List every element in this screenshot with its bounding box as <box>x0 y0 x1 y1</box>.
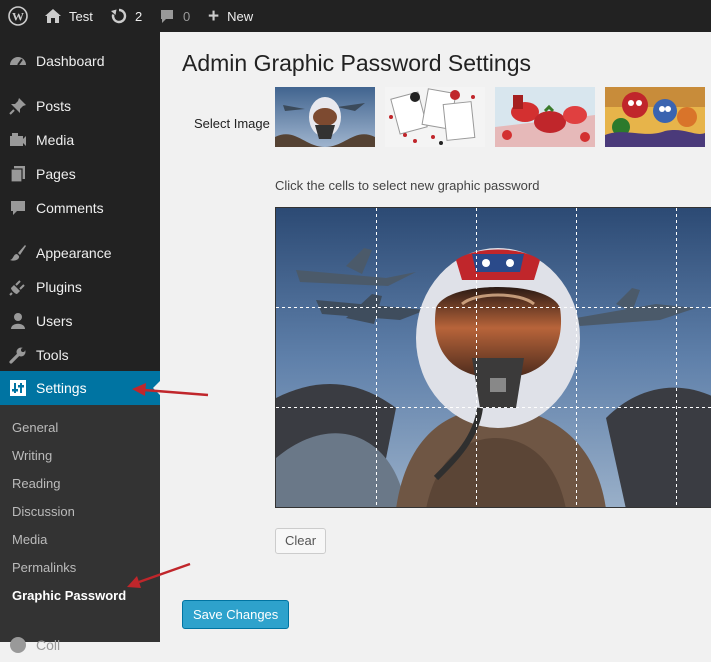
settings-sliders-icon <box>10 380 26 396</box>
page-title: Admin Graphic Password Settings <box>182 50 531 76</box>
submenu-item-graphic-password[interactable]: Graphic Password <box>12 588 126 603</box>
user-icon <box>11 313 25 329</box>
updates-link[interactable]: 2 <box>110 0 142 32</box>
sidebar-item-collapse[interactable]: Coll <box>0 628 160 662</box>
grid-cell[interactable] <box>276 408 376 507</box>
site-name: Test <box>69 8 93 24</box>
annotation-arrow-graphic-password <box>127 562 191 588</box>
grid-cell[interactable] <box>676 208 711 308</box>
submenu-item-writing[interactable]: Writing <box>12 448 52 463</box>
wrench-icon <box>9 347 26 364</box>
comments-link[interactable]: 0 <box>159 0 190 32</box>
submenu-item-media[interactable]: Media <box>12 532 47 547</box>
save-changes-button[interactable]: Save Changes <box>182 600 290 629</box>
site-name-link[interactable]: Test <box>44 0 93 32</box>
sidebar-item-label: Plugins <box>36 279 82 295</box>
thumbnail-playing-cards[interactable] <box>385 87 485 147</box>
grid-cell[interactable] <box>676 408 711 507</box>
camera-icon <box>10 133 26 146</box>
submenu-item-reading[interactable]: Reading <box>12 476 60 491</box>
sidebar-item-label: Comments <box>36 200 104 216</box>
admin-sidebar: Dashboard Posts Media Pages Comments App… <box>0 32 161 653</box>
sidebar-item-tools[interactable]: Tools <box>0 338 160 372</box>
grid-cell[interactable] <box>576 208 676 308</box>
submenu-item-general[interactable]: General <box>12 420 58 435</box>
sidebar-item-dashboard[interactable]: Dashboard <box>0 44 160 78</box>
grid-cell[interactable] <box>376 308 476 408</box>
grid-cell[interactable] <box>476 408 576 507</box>
sidebar-item-label: Pages <box>36 166 76 182</box>
new-label: New <box>227 8 254 24</box>
dashboard-icon <box>10 57 26 66</box>
settings-submenu: General Writing Reading Discussion Media… <box>0 405 160 642</box>
grid-cell[interactable] <box>376 208 476 308</box>
grid-cell[interactable] <box>376 408 476 507</box>
sidebar-item-label: Tools <box>36 347 69 363</box>
paintbrush-icon <box>10 245 26 261</box>
annotation-arrow-settings <box>132 383 209 397</box>
sidebar-item-label: Posts <box>36 98 72 114</box>
svg-text:W: W <box>12 10 24 24</box>
graphic-password-grid <box>275 207 711 508</box>
updates-icon <box>111 8 127 24</box>
pages-icon <box>10 166 25 183</box>
sidebar-item-label: Appearance <box>36 245 112 261</box>
grid-cell[interactable] <box>476 308 576 408</box>
grid-cell[interactable] <box>276 208 376 308</box>
grid-cell[interactable] <box>476 208 576 308</box>
sidebar-item-comments[interactable]: Comments <box>0 191 160 225</box>
new-content-link[interactable]: + New <box>208 0 253 32</box>
sidebar-item-label: Dashboard <box>36 53 105 69</box>
sidebar-item-label: Settings <box>36 380 87 396</box>
sidebar-item-media[interactable]: Media <box>0 123 160 157</box>
comments-count: 0 <box>183 8 191 24</box>
grid-cell[interactable] <box>576 308 676 408</box>
grid-instructions: Click the cells to select new graphic pa… <box>275 178 540 193</box>
sidebar-item-users[interactable]: Users <box>0 304 160 338</box>
admin-bar: W Test 2 0 + New <box>0 0 711 32</box>
updates-count: 2 <box>135 8 143 24</box>
comment-bubble-icon <box>161 10 173 23</box>
sidebar-item-pages[interactable]: Pages <box>0 157 160 191</box>
sidebar-item-label: Coll <box>36 637 61 653</box>
plus-icon: + <box>208 5 220 27</box>
pushpin-icon <box>9 98 26 115</box>
sidebar-item-appearance[interactable]: Appearance <box>0 236 160 270</box>
sidebar-item-label: Users <box>36 313 73 329</box>
wordpress-logo-icon[interactable]: W <box>8 0 28 32</box>
grid-cell[interactable] <box>576 408 676 507</box>
submenu-item-permalinks[interactable]: Permalinks <box>12 560 76 575</box>
grid-cell[interactable] <box>276 308 376 408</box>
plug-icon <box>9 280 25 296</box>
sidebar-item-posts[interactable]: Posts <box>0 89 160 123</box>
thumbnail-pilot-helmet[interactable] <box>275 87 375 147</box>
submenu-item-discussion[interactable]: Discussion <box>12 504 75 519</box>
collapse-arrow-icon <box>10 637 26 653</box>
sidebar-item-label: Media <box>36 132 75 148</box>
clear-button[interactable]: Clear <box>275 528 327 554</box>
grid-cell[interactable] <box>676 308 711 408</box>
sidebar-item-plugins[interactable]: Plugins <box>0 270 160 304</box>
thumbnail-strawberries[interactable] <box>495 87 595 147</box>
thumbnail-cartoon-characters[interactable] <box>605 87 705 147</box>
home-icon <box>45 9 61 23</box>
select-image-label: Select Image <box>194 116 270 131</box>
comment-bubble-icon <box>11 201 25 215</box>
